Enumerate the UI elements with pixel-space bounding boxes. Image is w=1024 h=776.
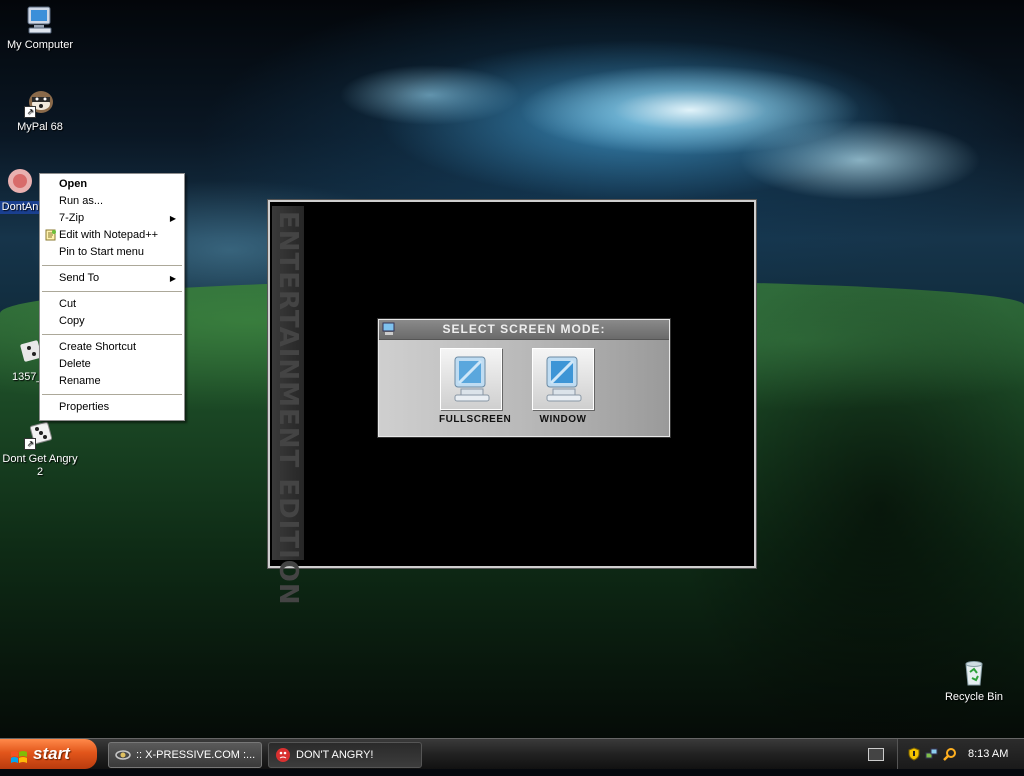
window-button[interactable]: WINDOW xyxy=(531,348,595,425)
notepad-plus-plus-icon xyxy=(45,229,57,241)
system-tray: 8:13 AM xyxy=(897,739,1024,769)
menu-item-label: Pin to Start menu xyxy=(59,246,144,258)
monitor-icon xyxy=(440,348,502,410)
monitor-icon xyxy=(532,348,594,410)
menu-item-edit-notepad[interactable]: Edit with Notepad++ xyxy=(42,227,182,244)
dice-icon: ↗ xyxy=(24,418,56,450)
desktop-icon-label: Recycle Bin xyxy=(944,691,1004,703)
menu-item-label: Open xyxy=(59,178,88,190)
shortcut-arrow-icon: ↗ xyxy=(24,438,36,450)
security-shield-icon[interactable] xyxy=(907,747,921,761)
menu-item-label: Rename xyxy=(59,375,101,387)
desktop-icon-label: My Computer xyxy=(6,39,74,51)
menu-item-delete[interactable]: Delete xyxy=(42,356,182,373)
menu-item-label: Copy xyxy=(59,315,85,327)
recycle-bin-icon xyxy=(958,656,990,688)
menu-item-run-as[interactable]: Run as... xyxy=(42,193,182,210)
menu-item-cut[interactable]: Cut xyxy=(42,296,182,313)
task-label: :: X-PRESSIVE.COM :... xyxy=(136,749,256,761)
fullscreen-button[interactable]: FULLSCREEN xyxy=(439,348,512,425)
my-computer-icon xyxy=(24,4,56,36)
dont-angry-icon xyxy=(4,166,36,198)
menu-item-label: Edit with Notepad++ xyxy=(59,229,159,241)
desktop-icon-label: MyPal 68 xyxy=(17,121,63,133)
menu-item-create-shortcut[interactable]: Create Shortcut xyxy=(42,339,182,356)
menu-item-rename[interactable]: Rename xyxy=(42,373,182,390)
mypal-browser-icon: ↗ xyxy=(24,86,56,118)
taskbar-clock: 8:13 AM xyxy=(968,748,1009,760)
start-button[interactable]: start xyxy=(0,739,97,769)
menu-item-open[interactable]: Open xyxy=(42,176,182,193)
menu-item-label: Run as... xyxy=(59,195,104,207)
menu-item-properties[interactable]: Properties xyxy=(42,399,182,416)
keyboard-icon[interactable] xyxy=(868,748,884,761)
context-menu: Open Run as... 7-Zip ▶ Edit with Notepad… xyxy=(39,173,185,421)
desktop-icon-dont-get-angry-2[interactable]: ↗ Dont Get Angry 2 xyxy=(0,418,80,479)
taskbar-button-dont-angry[interactable]: DON'T ANGRY! xyxy=(268,742,422,768)
side-banner-text: ENTERTAINMENT EDITION xyxy=(273,211,303,606)
taskbar-button-xpressive[interactable]: :: X-PRESSIVE.COM :... xyxy=(108,742,262,768)
menu-item-7zip[interactable]: 7-Zip ▶ xyxy=(42,210,182,227)
menu-item-label: Send To xyxy=(59,272,100,284)
submenu-arrow-icon: ▶ xyxy=(169,214,176,223)
menu-separator xyxy=(42,334,182,335)
desktop-icon-label: Dont Get Angry 2 xyxy=(2,453,78,478)
menu-separator xyxy=(42,291,182,292)
submenu-arrow-icon: ▶ xyxy=(169,274,176,283)
menu-separator xyxy=(42,394,182,395)
desktop-icon-mypal[interactable]: ↗ MyPal 68 xyxy=(0,86,80,134)
side-banner: ENTERTAINMENT EDITION xyxy=(272,206,304,606)
fullscreen-label: FULLSCREEN xyxy=(439,414,512,425)
menu-item-label: Cut xyxy=(59,298,77,310)
network-icon[interactable] xyxy=(925,747,939,761)
search-icon[interactable] xyxy=(943,747,957,761)
windows-flag-icon xyxy=(10,746,28,763)
desktop-icon-recycle-bin[interactable]: Recycle Bin xyxy=(934,656,1014,704)
monitor-icon xyxy=(382,322,396,336)
start-label: start xyxy=(33,744,70,763)
menu-separator xyxy=(42,265,182,266)
menu-item-copy[interactable]: Copy xyxy=(42,313,182,330)
shortcut-arrow-icon: ↗ xyxy=(24,106,36,118)
game-window: ENTERTAINMENT EDITION SELECT SCREEN MODE… xyxy=(268,200,756,606)
menu-item-label: 7-Zip xyxy=(59,212,85,224)
menu-item-pin-start[interactable]: Pin to Start menu xyxy=(42,244,182,261)
menu-item-label: Delete xyxy=(59,358,91,370)
dialog-title-bar: SELECT SCREEN MODE: xyxy=(379,320,669,340)
taskbar: start :: X-PRESSIVE.COM :... DON'T ANGRY… xyxy=(0,738,1024,769)
task-label: DON'T ANGRY! xyxy=(296,749,374,761)
dialog-title: SELECT SCREEN MODE: xyxy=(442,322,606,336)
menu-item-label: Create Shortcut xyxy=(59,341,137,353)
window-label: WINDOW xyxy=(539,414,587,425)
desktop-icon-my-computer[interactable]: My Computer xyxy=(0,4,80,52)
menu-item-label: Properties xyxy=(59,401,110,413)
menu-item-send-to[interactable]: Send To ▶ xyxy=(42,270,182,287)
xpressive-icon xyxy=(115,747,131,763)
dont-angry-icon xyxy=(275,747,291,763)
screen-mode-dialog: SELECT SCREEN MODE: FULLSCREEN WINDOW xyxy=(378,319,670,437)
